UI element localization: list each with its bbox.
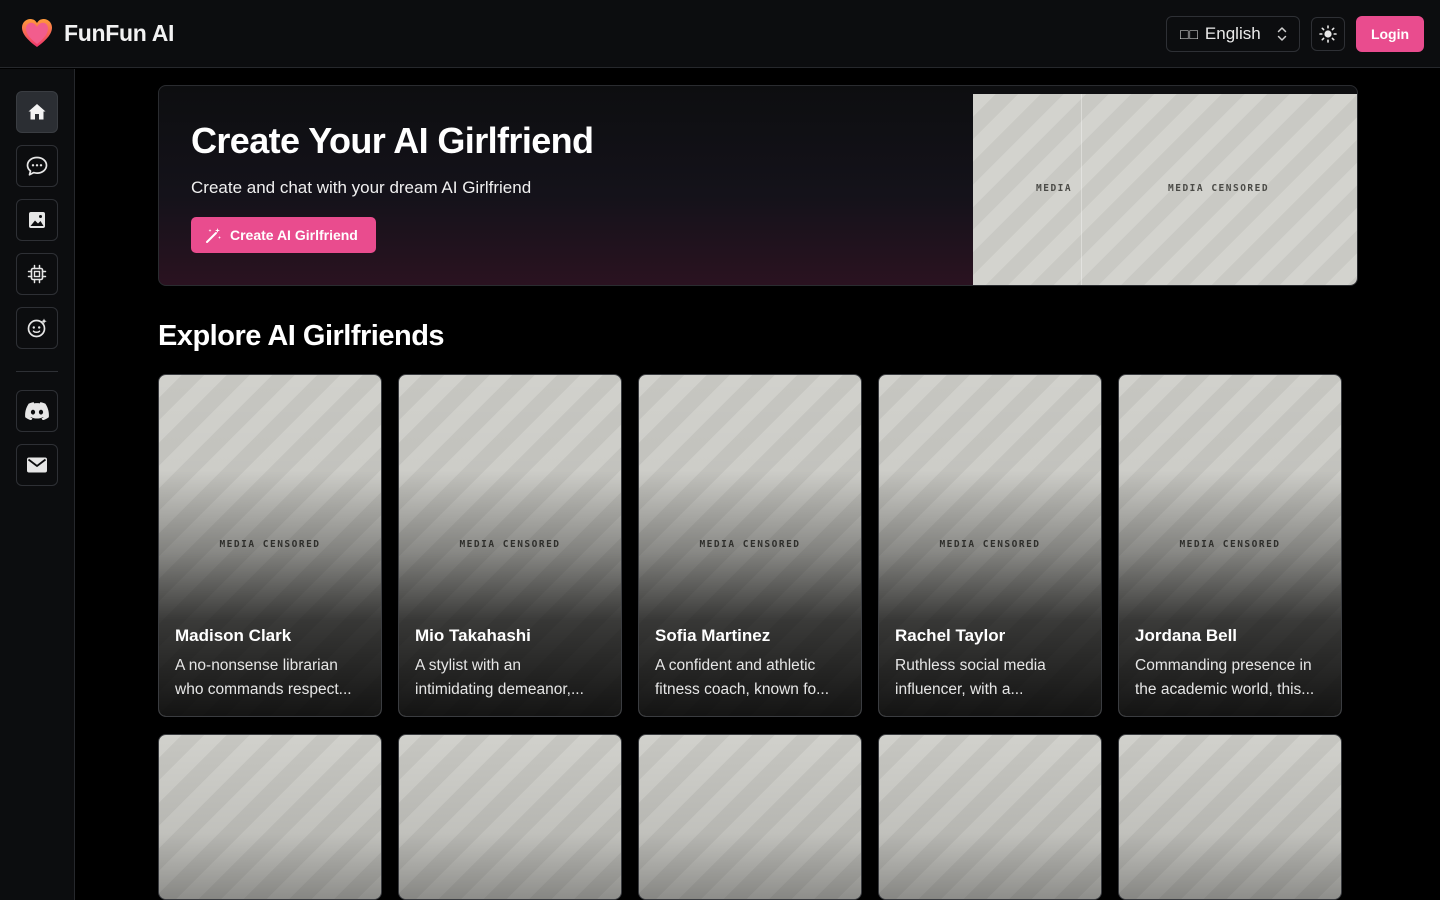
character-description: A confident and athletic fitness coach, … xyxy=(655,654,851,702)
character-card[interactable] xyxy=(878,734,1102,900)
character-description: Commanding presence in the academic worl… xyxy=(1135,654,1331,702)
description-line: A confident and athletic xyxy=(655,657,816,674)
image-icon xyxy=(29,212,45,228)
character-description: A stylist with an intimidating demeanor,… xyxy=(415,654,611,702)
language-label: English xyxy=(1204,24,1261,43)
sidebar-item-create[interactable] xyxy=(16,307,58,349)
character-card[interactable] xyxy=(158,734,382,900)
character-card[interactable] xyxy=(638,734,862,900)
chip-icon xyxy=(27,264,47,284)
sidebar-item-home[interactable] xyxy=(16,91,58,133)
description-line: A no-nonsense librarian xyxy=(175,657,338,674)
sidebar-item-discord[interactable] xyxy=(16,390,58,432)
create-ai-girlfriend-button[interactable]: Create AI Girlfriend xyxy=(191,217,376,253)
magic-wand-icon xyxy=(206,227,221,243)
media-divider xyxy=(1081,94,1082,285)
media-censored-label: MEDIA CENSORED xyxy=(1179,539,1281,550)
heart-logo-icon xyxy=(22,19,52,47)
mail-icon xyxy=(27,457,47,473)
sidebar-item-mail[interactable] xyxy=(16,444,58,486)
description-line: A stylist with an xyxy=(415,657,521,674)
hero-banner: Create Your AI Girlfriend Create and cha… xyxy=(158,85,1358,286)
character-card[interactable] xyxy=(1118,734,1342,900)
theme-toggle-button[interactable] xyxy=(1311,17,1345,51)
brand-name: FunFun AI xyxy=(64,19,175,46)
character-card[interactable]: MEDIA CENSORED Rachel Taylor Ruthless so… xyxy=(878,374,1102,717)
card-gradient xyxy=(1119,735,1341,899)
card-gradient xyxy=(159,735,381,899)
media-censored-label: MEDIA CENSORED xyxy=(699,539,801,550)
character-card[interactable]: MEDIA CENSORED Madison Clark A no-nonsen… xyxy=(158,374,382,717)
chevron-up-down-icon xyxy=(1277,27,1287,41)
card-gradient xyxy=(399,735,621,899)
description-line: intimidating demeanor,... xyxy=(415,681,584,698)
character-card[interactable]: MEDIA CENSORED Mio Takahashi A stylist w… xyxy=(398,374,622,717)
sidebar-divider xyxy=(16,371,58,372)
media-censored-label: MEDIA CENSORED xyxy=(939,539,1041,550)
sidebar-item-models[interactable] xyxy=(16,253,58,295)
character-name: Jordana Bell xyxy=(1135,626,1238,645)
sidebar xyxy=(0,69,75,900)
character-card[interactable] xyxy=(398,734,622,900)
sun-icon xyxy=(1319,25,1337,43)
discord-icon xyxy=(25,402,49,420)
description-line: Commanding presence in xyxy=(1135,657,1312,674)
character-name: Rachel Taylor xyxy=(895,626,1006,645)
sidebar-item-chat[interactable] xyxy=(16,145,58,187)
character-name: Sofia Martinez xyxy=(655,626,771,645)
hero-subtitle: Create and chat with your dream AI Girlf… xyxy=(191,178,532,197)
face-sparkle-icon xyxy=(27,318,47,338)
character-description: Ruthless social media influencer, with a… xyxy=(895,654,1091,702)
card-gradient xyxy=(879,735,1101,899)
description-line: the academic world, this... xyxy=(1135,681,1315,698)
brand[interactable]: FunFun AI xyxy=(20,16,174,50)
description-line: fitness coach, known fo... xyxy=(655,681,830,698)
chat-icon xyxy=(26,156,48,176)
language-select[interactable]: □□ English xyxy=(1166,16,1300,52)
character-name: Madison Clark xyxy=(175,626,292,645)
description-line: Ruthless social media xyxy=(895,657,1046,674)
explore-section-title: Explore AI Girlfriends xyxy=(158,320,445,352)
media-censored-label: MEDIA CENSORED xyxy=(459,539,561,550)
description-line: who commands respect... xyxy=(175,681,352,698)
top-header: FunFun AI □□ English Login xyxy=(0,0,1440,68)
home-icon xyxy=(28,104,46,120)
character-name: Mio Takahashi xyxy=(415,626,531,645)
description-line: influencer, with a... xyxy=(895,681,1024,698)
sidebar-item-images[interactable] xyxy=(16,199,58,241)
character-card[interactable]: MEDIA CENSORED Sofia Martinez A confiden… xyxy=(638,374,862,717)
character-description: A no-nonsense librarian who commands res… xyxy=(175,654,371,702)
card-gradient xyxy=(639,735,861,899)
hero-media-censored: MEDIA MEDIA CENSORED xyxy=(973,94,1357,285)
login-button[interactable]: Login xyxy=(1356,16,1424,52)
hero-title: Create Your AI Girlfriend xyxy=(191,120,594,161)
character-card[interactable]: MEDIA CENSORED Jordana Bell Commanding p… xyxy=(1118,374,1342,717)
media-censored-label: MEDIA CENSORED xyxy=(1168,183,1270,194)
media-censored-label: MEDIA CENSORED xyxy=(219,539,321,550)
create-ai-girlfriend-label: Create AI Girlfriend xyxy=(230,227,358,243)
media-censored-label: MEDIA xyxy=(1036,183,1073,194)
flag-icon: □□ xyxy=(1180,26,1199,42)
